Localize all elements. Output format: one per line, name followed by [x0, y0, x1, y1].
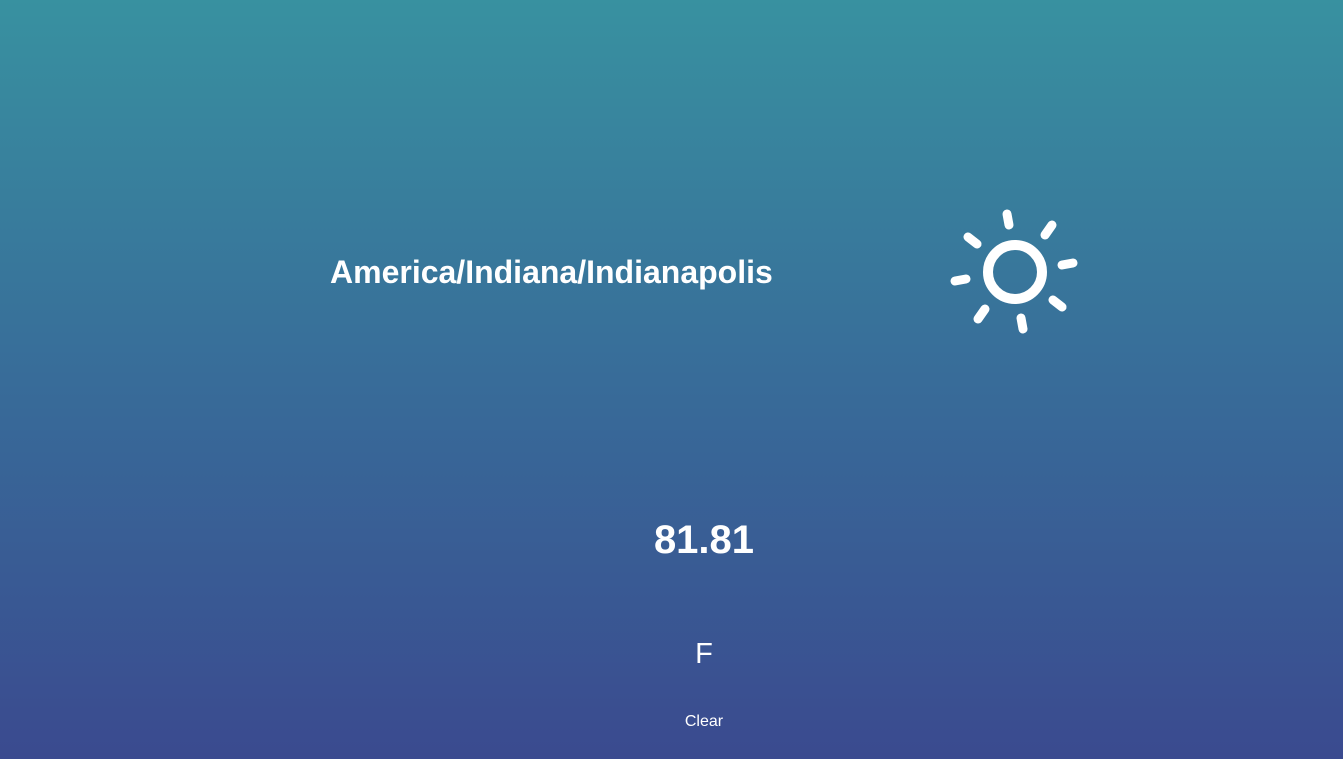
temperature-unit[interactable]: F [0, 636, 1343, 672]
sun-icon [944, 201, 1086, 343]
location-timezone: America/Indiana/Indianapolis [330, 254, 773, 290]
weather-summary: Clear [684, 713, 724, 730]
temperature-value: 81.81 [653, 518, 755, 562]
